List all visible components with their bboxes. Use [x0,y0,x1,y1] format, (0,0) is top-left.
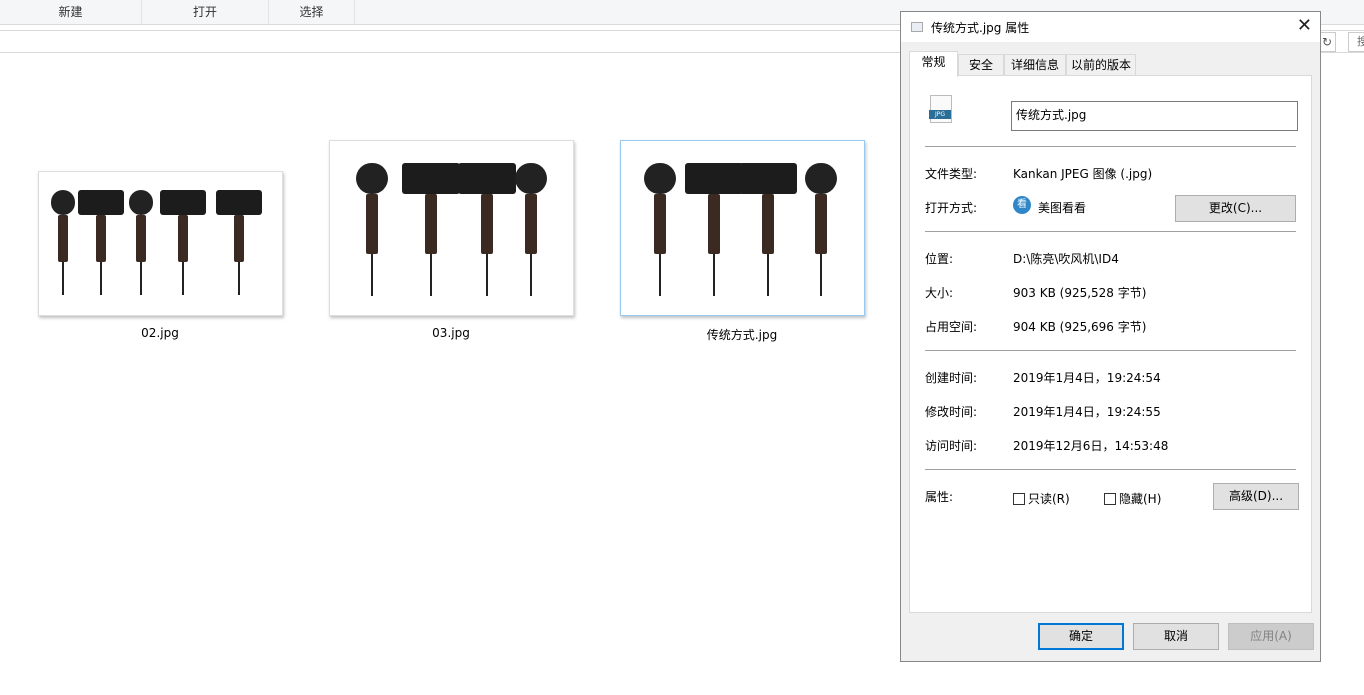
general-panel: JPG 传统方式.jpg 文件类型: Kankan JPEG 图像 (.jpg)… [909,75,1312,613]
hidden-checkbox[interactable]: 隐藏(H) [1104,490,1161,507]
hair-dryer-image [356,163,388,195]
ribbon-new[interactable]: 新建 [0,0,142,24]
accessed-value: 2019年12月6日，14:53:48 [1013,439,1169,453]
disk-size-value: 904 KB (925,696 字节) [1013,320,1147,334]
hair-dryer-image [238,262,240,296]
modified-value: 2019年1月4日，19:24:55 [1013,405,1161,419]
hair-dryer-image [430,254,432,297]
hair-dryer-image [685,163,743,195]
hair-dryer-image [58,214,68,263]
hair-dryer-image [425,194,437,255]
hair-dryer-image [458,163,516,195]
tab-general[interactable]: 常规 [909,51,958,77]
dialog-titlebar: 传统方式.jpg 属性 ✕ [901,12,1320,42]
accessed-label: 访问时间: [925,439,978,453]
created-label: 创建时间: [925,371,978,385]
apply-button: 应用(A) [1228,623,1314,650]
cancel-button[interactable]: 取消 [1133,623,1219,650]
disk-size-label: 占用空间: [925,320,978,334]
hair-dryer-image [50,190,76,215]
file-thumbnail-selected[interactable] [620,140,865,316]
file-name[interactable]: 02.jpg [38,326,282,340]
open-with-value: 美图看看 [1038,201,1087,215]
hair-dryer-image [525,194,537,255]
hair-dryer-image [486,254,488,297]
ok-button[interactable]: 确定 [1038,623,1124,650]
dialog-title: 传统方式.jpg 属性 [931,21,1030,35]
filename-input[interactable]: 传统方式.jpg [1011,101,1298,131]
location-value: D:\陈亮\吹风机\ID4 [1013,252,1119,266]
hair-dryer-image [78,190,124,215]
hair-dryer-image [178,214,188,263]
file-thumbnail[interactable] [38,171,283,316]
hair-dryer-image [481,194,493,255]
hair-dryer-image [530,254,532,297]
hair-dryer-image [767,254,769,297]
tab-previous-versions[interactable]: 以前的版本 [1066,54,1136,76]
meitu-app-icon: 看 [1013,196,1031,214]
hair-dryer-image [216,190,262,215]
hair-dryer-image [100,262,102,296]
properties-dialog: 传统方式.jpg 属性 ✕ 常规 安全 详细信息 以前的版本 JPG 传统方式.… [900,11,1321,662]
tab-details[interactable]: 详细信息 [1004,54,1066,76]
location-label: 位置: [925,252,954,266]
file-thumbnail[interactable] [329,140,574,316]
readonly-checkbox[interactable]: 只读(R) [1013,490,1070,507]
jpg-file-icon [911,22,923,32]
hair-dryer-image [654,194,666,255]
hair-dryer-image [62,262,64,296]
hair-dryer-image [128,190,154,215]
size-label: 大小: [925,286,954,300]
attributes-label: 属性: [925,490,954,504]
hair-dryer-image [515,163,547,195]
hair-dryer-image [160,190,206,215]
hair-dryer-image [762,194,774,255]
hair-dryer-image [402,163,460,195]
hair-dryer-image [713,254,715,297]
ribbon-select[interactable]: 选择 [269,0,355,24]
type-label: 文件类型: [925,167,978,181]
hair-dryer-image [659,254,661,297]
change-button[interactable]: 更改(C)... [1175,195,1296,222]
hair-dryer-image [371,254,373,297]
close-icon[interactable]: ✕ [1297,15,1312,36]
jpg-file-icon: JPG [929,95,952,123]
hair-dryer-image [708,194,720,255]
file-name[interactable]: 传统方式.jpg [620,326,864,343]
ribbon-open[interactable]: 打开 [142,0,269,24]
hair-dryer-image [136,214,146,263]
tab-security[interactable]: 安全 [958,54,1004,76]
hair-dryer-image [366,194,378,255]
search-input[interactable]: 搜 [1348,32,1364,52]
created-value: 2019年1月4日，19:24:54 [1013,371,1161,385]
hair-dryer-image [805,163,837,195]
hair-dryer-image [234,214,244,263]
hair-dryer-image [182,262,184,296]
file-name[interactable]: 03.jpg [329,326,573,340]
hair-dryer-image [96,214,106,263]
hair-dryer-image [815,194,827,255]
hair-dryer-image [140,262,142,296]
type-value: Kankan JPEG 图像 (.jpg) [1013,167,1153,181]
hair-dryer-image [644,163,676,195]
hair-dryer-image [739,163,797,195]
hair-dryer-image [820,254,822,297]
size-value: 903 KB (925,528 字节) [1013,286,1147,300]
modified-label: 修改时间: [925,405,978,419]
open-with-label: 打开方式: [925,201,978,215]
advanced-button[interactable]: 高级(D)... [1213,483,1299,510]
